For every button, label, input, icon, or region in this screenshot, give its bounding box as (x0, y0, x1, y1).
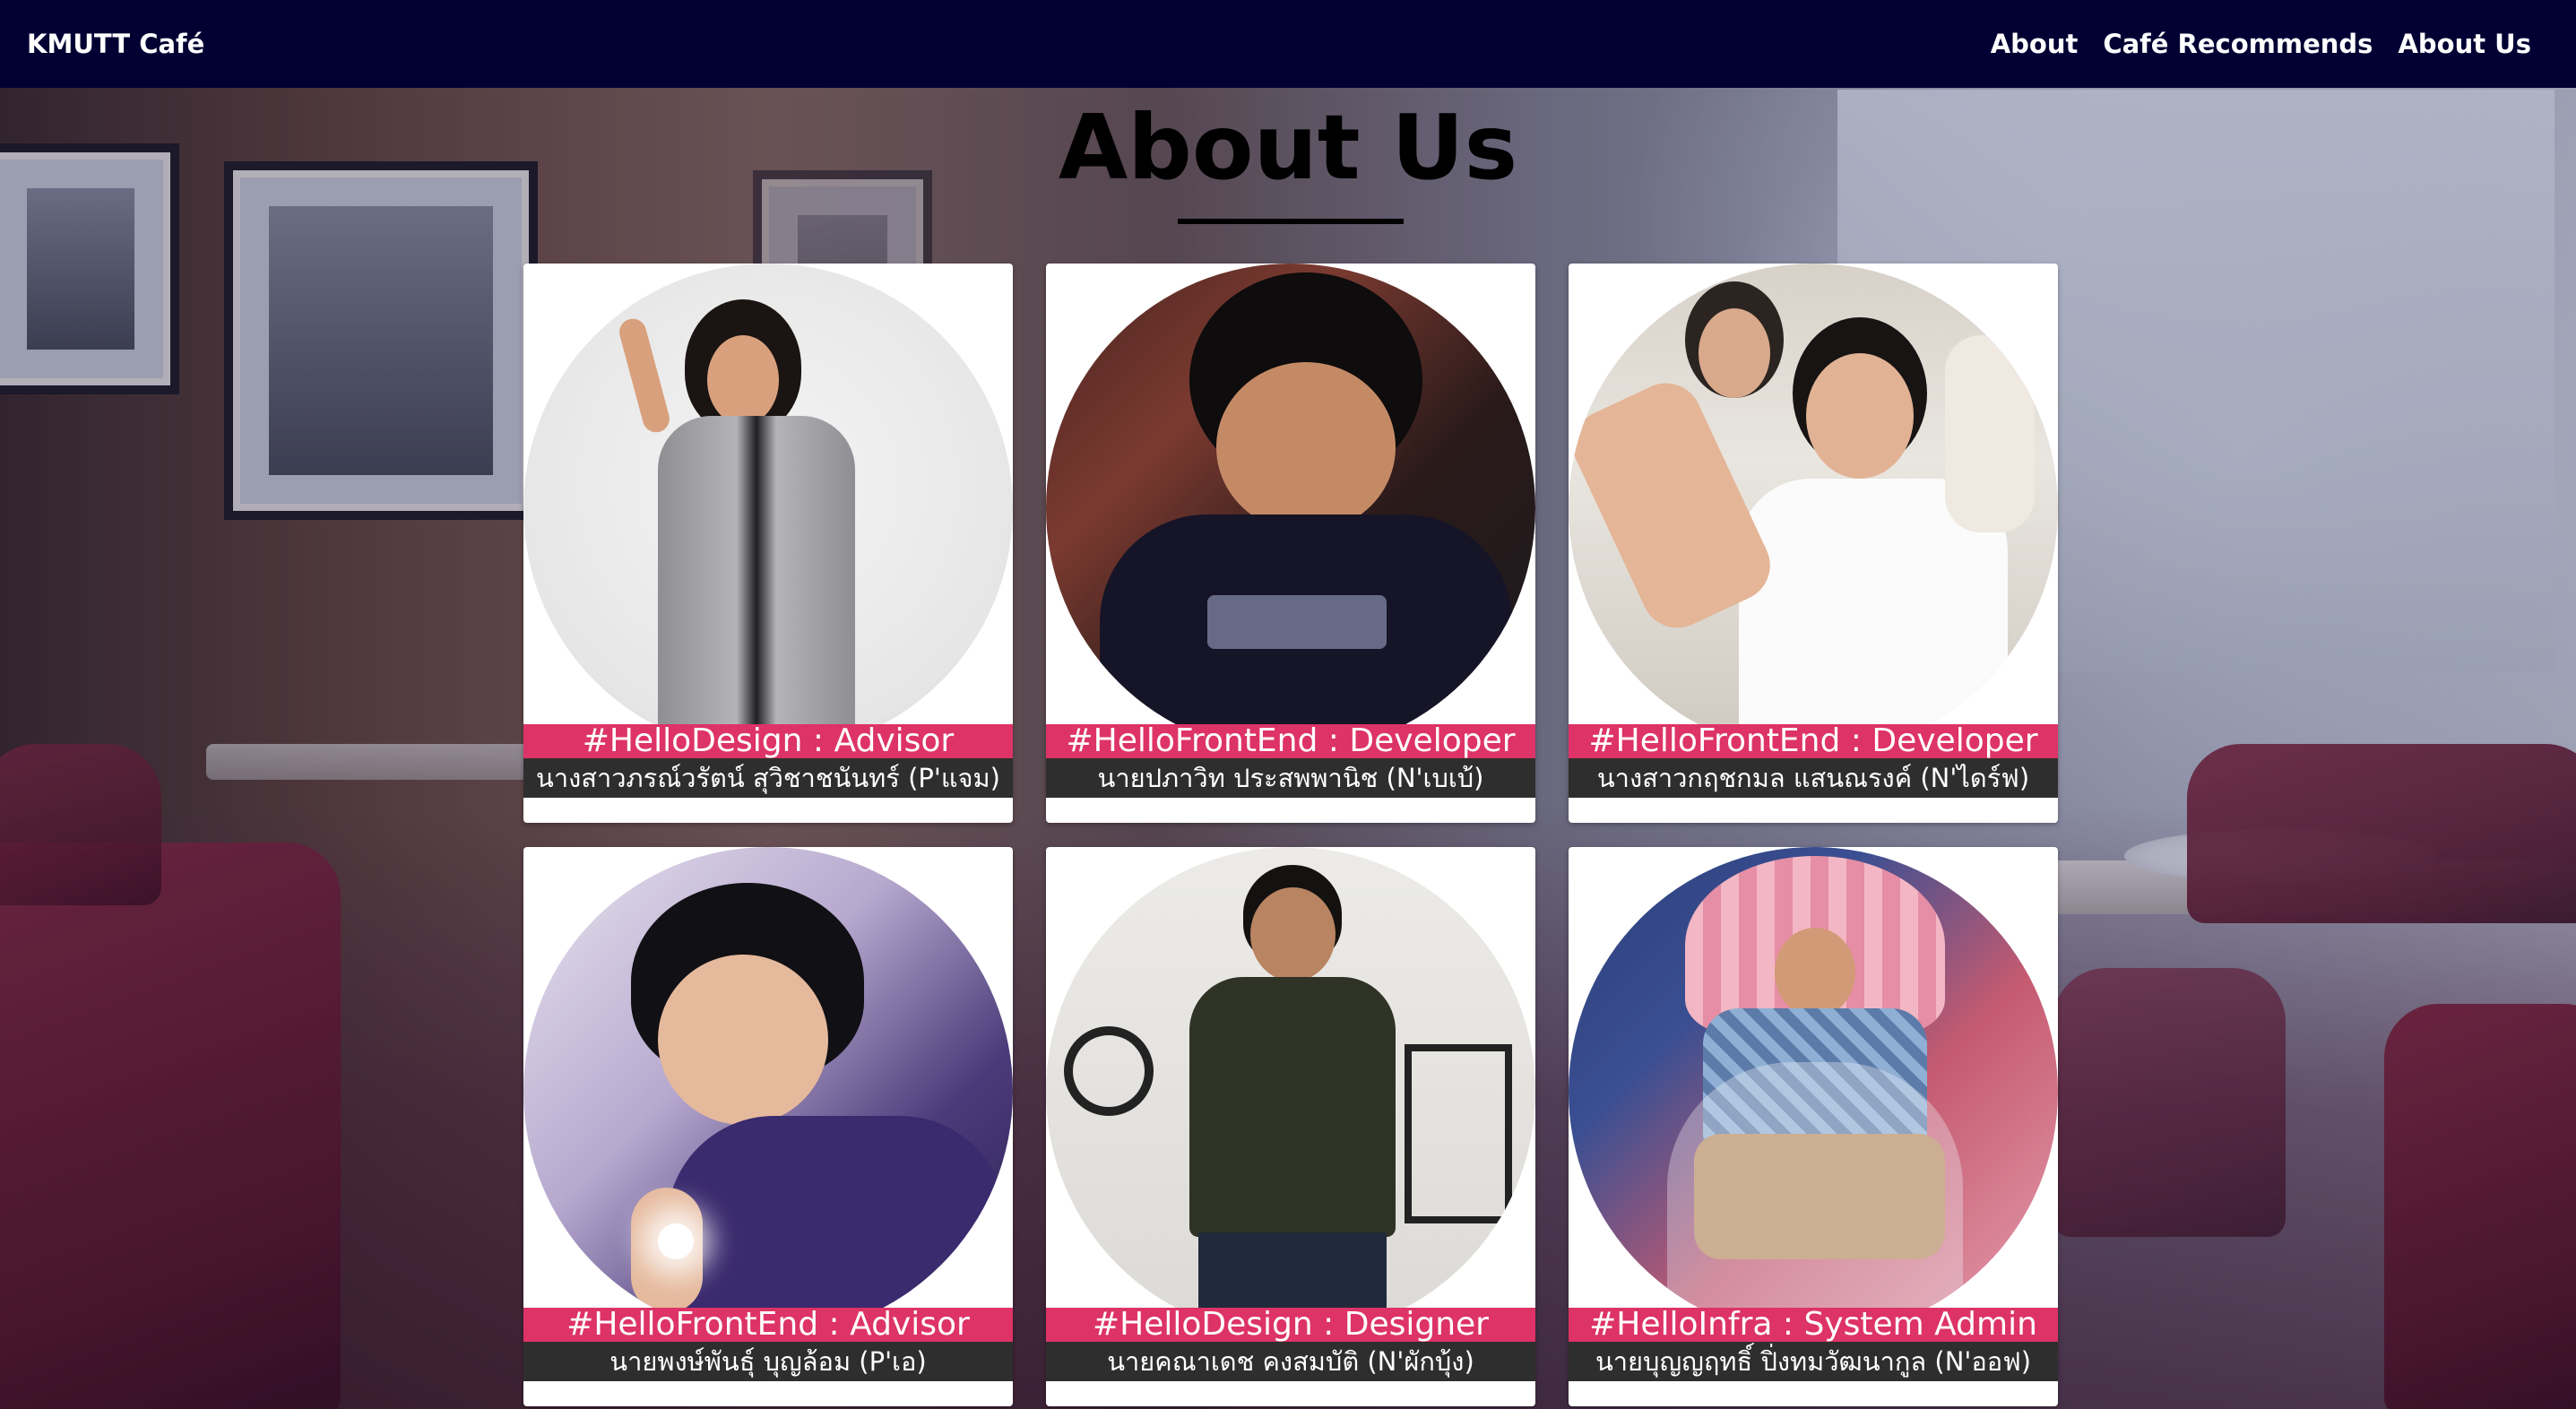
member-photo (523, 847, 1013, 1336)
member-role: #HelloDesign : Advisor (523, 724, 1013, 758)
member-photo (523, 264, 1013, 753)
title-underline (1178, 219, 1404, 224)
member-card: #HelloFrontEnd : Advisor นายพงษ์พันธุ์ บ… (523, 847, 1013, 1406)
nav-link-about-us[interactable]: About Us (2398, 29, 2531, 59)
nav-link-about[interactable]: About (1991, 29, 2079, 59)
member-photo (1569, 264, 2058, 753)
member-role: #HelloDesign : Designer (1046, 1308, 1535, 1342)
member-card: #HelloInfra : System Admin นายบุญญฤทธิ์ … (1569, 847, 2058, 1406)
top-navbar: KMUTT Café About Café Recommends About U… (0, 0, 2576, 88)
member-photo (1569, 847, 2058, 1336)
member-name: นายปภาวิท ประสพพานิช (N'เบเบ้) (1046, 758, 1535, 798)
member-card: #HelloFrontEnd : Developer นางสาวกฤชกมล … (1569, 264, 2058, 823)
member-card: #HelloDesign : Advisor นางสาวภรณ์วรัตน์ … (523, 264, 1013, 823)
brand-link[interactable]: KMUTT Café (27, 29, 204, 59)
member-name: นางสาวภรณ์วรัตน์ สุวิชาชนันทร์ (P'แจม) (523, 758, 1013, 798)
member-name: นายคณาเดช คงสมบัติ (N'ผักบุ้ง) (1046, 1342, 1535, 1381)
member-photo (1046, 847, 1535, 1336)
member-name: นายบุญญฤทธิ์ ปิ่งทมวัฒนากูล (N'ออฟ) (1569, 1342, 2058, 1381)
member-card: #HelloFrontEnd : Developer นายปภาวิท ประ… (1046, 264, 1535, 823)
member-role: #HelloFrontEnd : Advisor (523, 1308, 1013, 1342)
member-name: นายพงษ์พันธุ์ บุญล้อม (P'เอ) (523, 1342, 1013, 1381)
nav-link-cafe-recommends[interactable]: Café Recommends (2103, 29, 2373, 59)
member-card: #HelloDesign : Designer นายคณาเดช คงสมบั… (1046, 847, 1535, 1406)
member-name: นางสาวกฤชกมล แสนณรงค์ (N'ไดร์ฟ) (1569, 758, 2058, 798)
nav-links: About Café Recommends About Us (1991, 29, 2531, 59)
member-role: #HelloFrontEnd : Developer (1569, 724, 2058, 758)
page-title: About Us (1058, 95, 1518, 200)
member-role: #HelloInfra : System Admin (1569, 1308, 2058, 1342)
member-photo (1046, 264, 1535, 753)
member-role: #HelloFrontEnd : Developer (1046, 724, 1535, 758)
